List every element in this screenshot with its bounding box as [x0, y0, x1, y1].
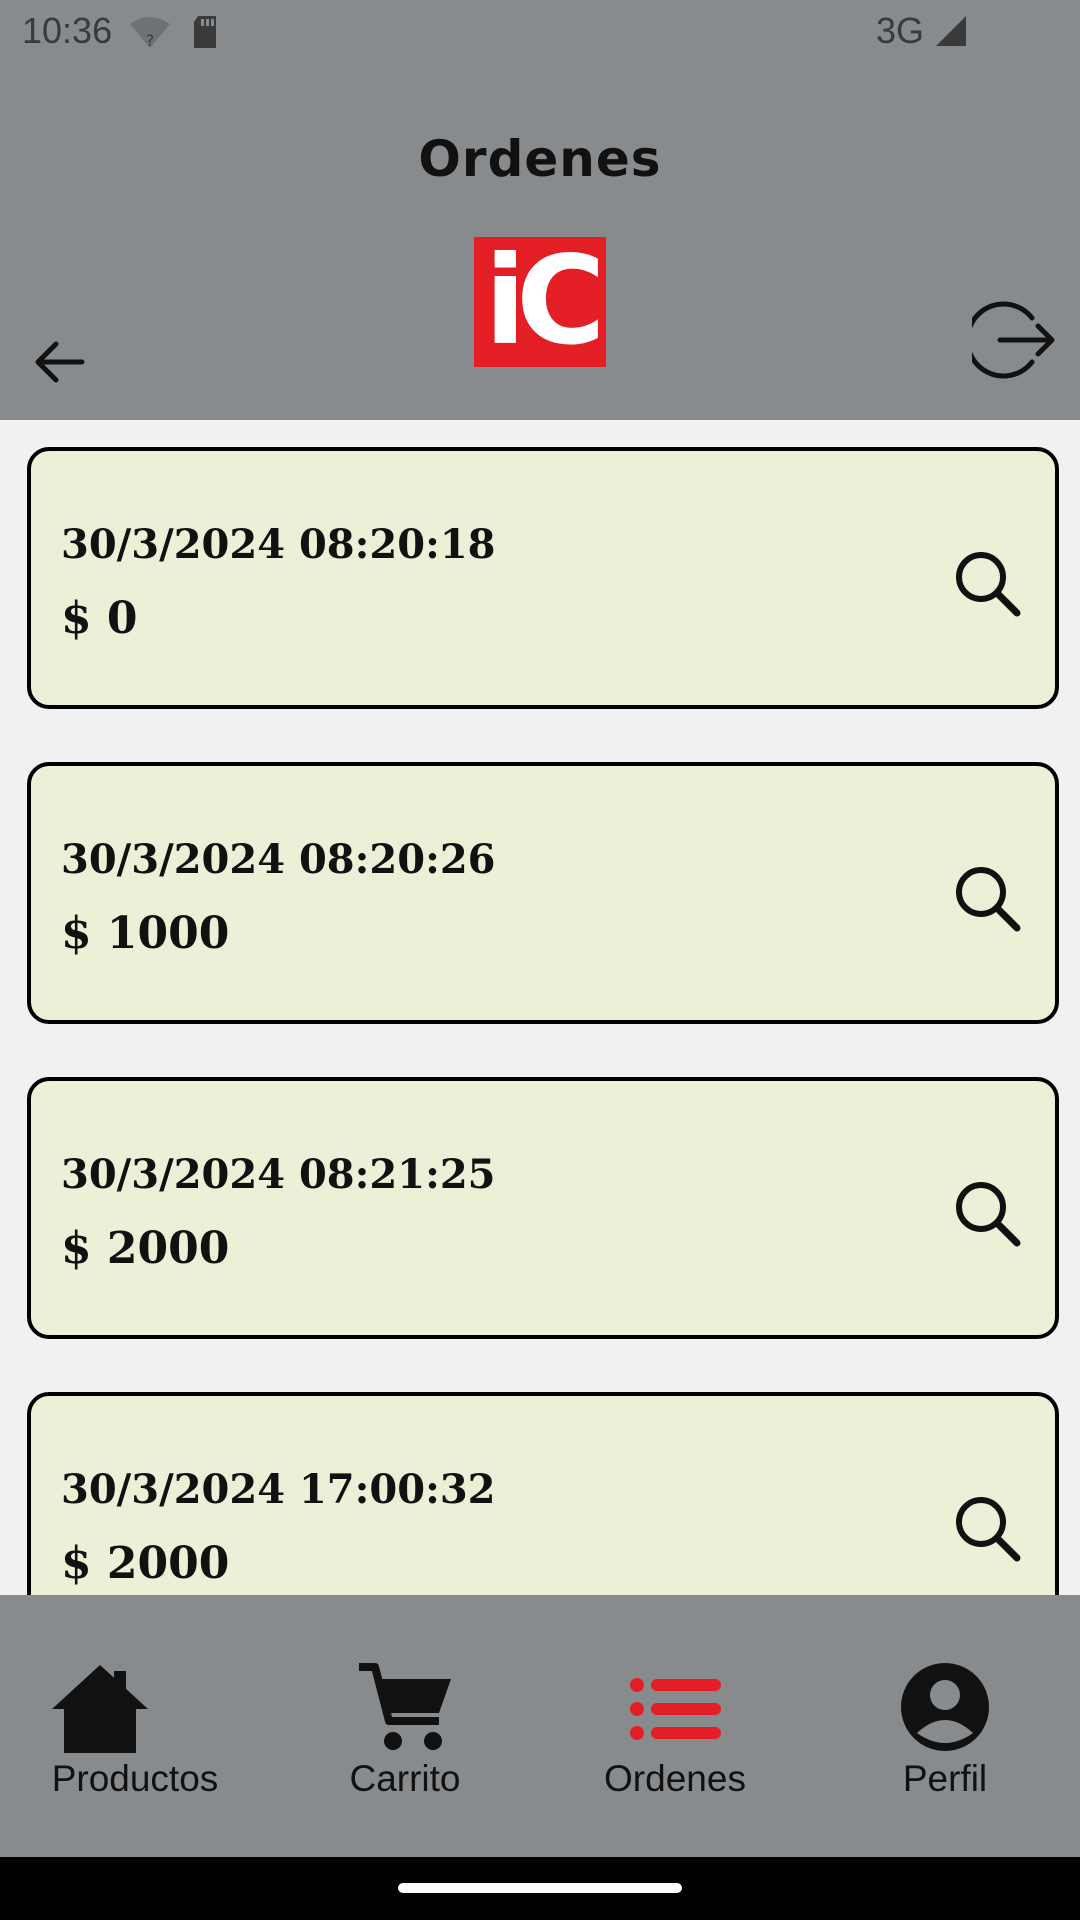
home-icon	[52, 1665, 148, 1753]
view-order-button[interactable]	[951, 862, 1023, 934]
view-order-button[interactable]	[951, 547, 1023, 619]
logo-text: iC	[484, 237, 605, 367]
network-type: 3G	[876, 10, 925, 51]
nav-label: Perfil	[902, 1758, 988, 1799]
nav-item-perfil[interactable]: Perfil	[810, 1595, 1080, 1857]
nav-item-carrito[interactable]: Carrito	[270, 1595, 540, 1857]
home-gesture-handle[interactable]	[398, 1883, 682, 1893]
nav-label: Carrito	[349, 1758, 461, 1799]
order-date: 30/3/2024 08:20:18	[61, 521, 496, 568]
search-icon	[956, 552, 1021, 617]
order-card[interactable]: 30/3/2024 17:00:32 $ 2000	[27, 1392, 1059, 1595]
back-button[interactable]	[30, 332, 90, 392]
search-icon	[956, 1497, 1021, 1562]
wifi-unknown-icon: ?	[128, 16, 172, 55]
page-title: Ordenes	[418, 130, 662, 188]
order-date: 30/3/2024 08:21:25	[61, 1151, 496, 1198]
orders-list[interactable]: 30/3/2024 08:20:18 $ 0 30/3/2024 08:20:2…	[0, 420, 1080, 1595]
order-total: $ 1000	[61, 908, 230, 959]
svg-text:?: ?	[146, 31, 155, 50]
order-total: $ 2000	[61, 1538, 230, 1589]
order-card[interactable]: 30/3/2024 08:20:18 $ 0	[27, 447, 1059, 709]
brand-logo: iC	[474, 237, 606, 367]
cart-icon	[359, 1663, 451, 1750]
app-header: Ordenes iC	[0, 64, 1080, 420]
nav-label: Ordenes	[604, 1758, 746, 1799]
system-navigation-bar	[0, 1857, 1080, 1920]
nav-item-productos[interactable]: Productos	[0, 1595, 270, 1857]
signal-icon	[934, 14, 968, 53]
list-icon	[630, 1678, 721, 1740]
view-order-button[interactable]	[951, 1492, 1023, 1564]
bottom-navigation: Productos Carrito Ordenes Perfil	[0, 1595, 1080, 1857]
order-card[interactable]: 30/3/2024 08:20:26 $ 1000	[27, 762, 1059, 1024]
logout-icon	[965, 301, 1055, 379]
search-icon	[956, 867, 1021, 932]
order-date: 30/3/2024 17:00:32	[61, 1466, 496, 1513]
search-icon	[956, 1182, 1021, 1247]
status-time: 10:36	[22, 10, 113, 51]
status-bar: 10:36 ? 3G	[0, 0, 1080, 64]
order-date: 30/3/2024 08:20:26	[61, 836, 496, 883]
view-order-button[interactable]	[951, 1177, 1023, 1249]
nav-item-ordenes[interactable]: Ordenes	[540, 1595, 810, 1857]
back-arrow-icon	[35, 341, 85, 383]
order-total: $ 0	[61, 593, 138, 644]
order-card[interactable]: 30/3/2024 08:21:25 $ 2000	[27, 1077, 1059, 1339]
sd-card-icon	[190, 14, 220, 55]
logout-button[interactable]	[965, 298, 1056, 382]
nav-label: Productos	[51, 1758, 219, 1799]
order-total: $ 2000	[61, 1223, 230, 1274]
account-icon	[901, 1663, 989, 1751]
